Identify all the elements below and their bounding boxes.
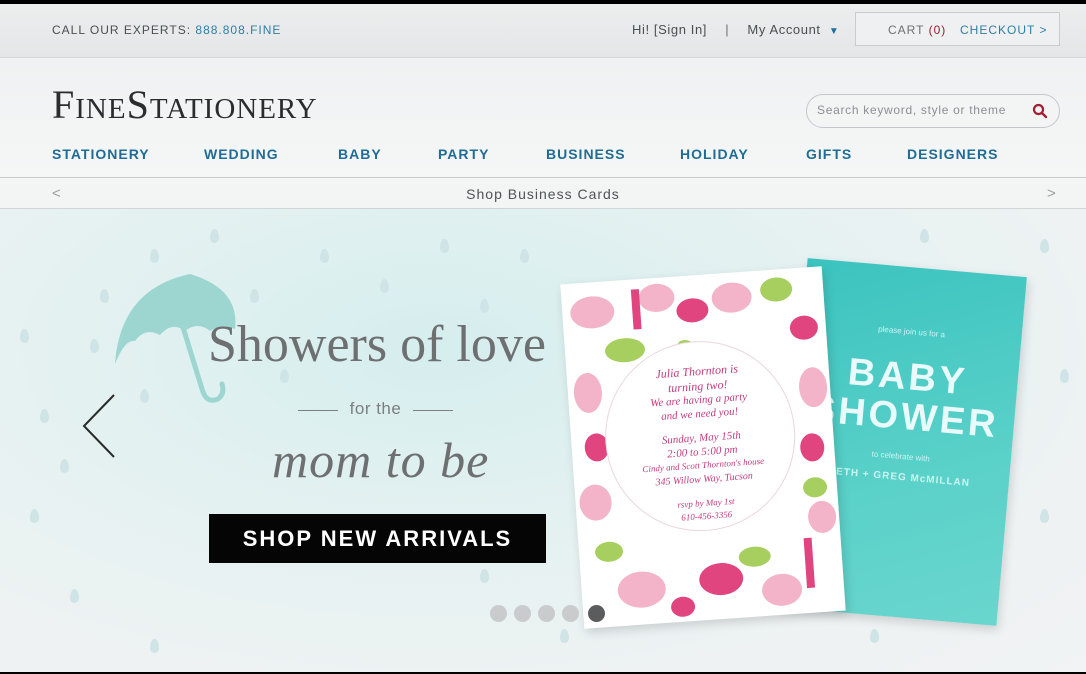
search-input[interactable] <box>817 103 1022 117</box>
logo-s: S <box>126 82 150 127</box>
nav-baby[interactable]: BABY <box>338 146 382 162</box>
logo-ine: INE <box>75 93 127 125</box>
logo-tationery: TATIONERY <box>149 93 318 125</box>
carousel-dot-1[interactable] <box>490 605 507 622</box>
hero-subline: for the <box>298 399 453 419</box>
logo-f: F <box>52 82 76 127</box>
carousel-dot-4[interactable] <box>562 605 579 622</box>
nav-holiday[interactable]: HOLIDAY <box>680 146 749 162</box>
nav-stationery[interactable]: STATIONERY <box>52 146 150 162</box>
hero-tagline: mom to be <box>272 432 490 488</box>
promo-next-arrow[interactable]: > <box>1047 185 1056 202</box>
utility-bar: CALL OUR EXPERTS: 888.808.FINE Hi! [Sign… <box>0 4 1086 58</box>
call-experts: CALL OUR EXPERTS: 888.808.FINE <box>52 23 281 37</box>
search-box <box>806 94 1060 128</box>
cart-count: (0) <box>928 23 947 37</box>
chevron-left-icon[interactable] <box>80 391 120 461</box>
promo-strip: < Shop Business Cards > <box>0 177 1086 209</box>
birthday-invitation-card-image[interactable]: Julia Thornton is turning two! We are ha… <box>560 266 846 629</box>
nav-wedding[interactable]: WEDDING <box>204 146 279 162</box>
nav-designers[interactable]: DESIGNERS <box>907 146 998 162</box>
account-links: Hi! [Sign In] | My Account ▼ <box>632 22 839 37</box>
cart-label: CART <box>888 23 925 37</box>
phone-link[interactable]: 888.808.FINE <box>195 23 281 37</box>
separator: | <box>725 22 730 37</box>
main-nav: STATIONERY WEDDING BABY PARTY BUSINESS H… <box>0 146 1086 166</box>
page: CALL OUR EXPERTS: 888.808.FINE Hi! [Sign… <box>0 4 1086 672</box>
hero-banner: Showers of love for the mom to be SHOP N… <box>0 209 1086 672</box>
carousel-dot-5[interactable] <box>588 605 605 622</box>
site-logo[interactable]: FINESTATIONERY <box>52 81 318 128</box>
hero-headline: Showers of love <box>208 316 546 373</box>
cart-link[interactable]: CART (0) <box>888 23 946 37</box>
sign-in-link[interactable]: Hi! [Sign In] <box>632 22 707 37</box>
carousel-dot-3[interactable] <box>538 605 555 622</box>
checkout-link[interactable]: CHECKOUT > <box>960 23 1047 37</box>
carousel-dot-2[interactable] <box>514 605 531 622</box>
cart-box: CART (0) CHECKOUT > <box>855 12 1060 46</box>
nav-gifts[interactable]: GIFTS <box>806 146 852 162</box>
promo-text[interactable]: Shop Business Cards <box>0 186 1086 202</box>
teal-card-top: please join us for a <box>877 324 946 340</box>
site-header: FINESTATIONERY STATIONERY WEDDING BABY P… <box>0 59 1086 177</box>
caret-down-icon[interactable]: ▼ <box>829 26 840 37</box>
nav-business[interactable]: BUSINESS <box>546 146 626 162</box>
search-icon[interactable] <box>1032 103 1048 119</box>
my-account-link[interactable]: My Account <box>747 22 820 37</box>
call-experts-label: CALL OUR EXPERTS: <box>52 23 192 37</box>
shop-new-arrivals-button[interactable]: SHOP NEW ARRIVALS <box>209 514 546 563</box>
nav-party[interactable]: PARTY <box>438 146 489 162</box>
